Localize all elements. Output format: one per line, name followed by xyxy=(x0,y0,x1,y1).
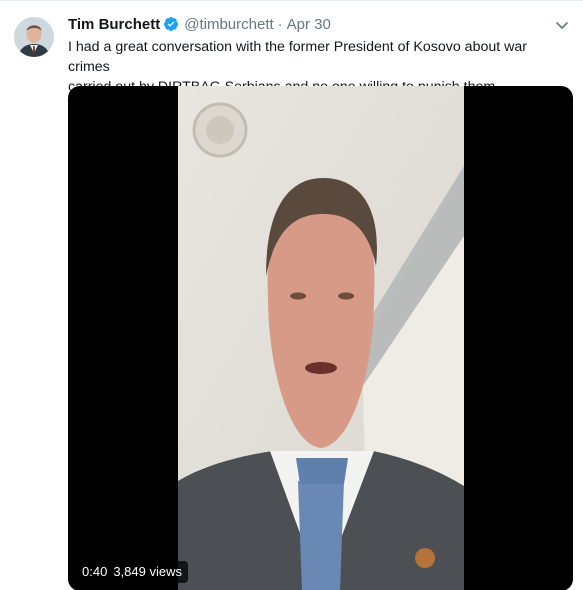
chevron-down-icon[interactable] xyxy=(555,18,569,32)
tweet-card[interactable]: Tim Burchett @timburchett · Apr 30 I had… xyxy=(0,0,583,590)
separator-dot: · xyxy=(277,15,283,33)
avatar-image xyxy=(14,17,54,57)
video-duration: 0:40 xyxy=(82,564,108,579)
video-player[interactable]: 0:40 3,849 views xyxy=(68,86,573,590)
tweet-header: Tim Burchett @timburchett · Apr 30 xyxy=(68,14,331,34)
avatar[interactable] xyxy=(14,17,54,57)
verified-badge-icon xyxy=(163,16,179,32)
video-frame xyxy=(178,86,464,590)
video-view-count: 3,849 views xyxy=(113,564,182,579)
author-name[interactable]: Tim Burchett xyxy=(68,16,160,33)
divider xyxy=(0,0,583,1)
video-info-overlay: 0:40 3,849 views xyxy=(76,561,188,583)
author-handle[interactable]: @timburchett xyxy=(184,16,273,33)
tweet-text-line: I had a great conversation with the form… xyxy=(68,39,527,75)
tweet-date[interactable]: Apr 30 xyxy=(287,16,331,33)
